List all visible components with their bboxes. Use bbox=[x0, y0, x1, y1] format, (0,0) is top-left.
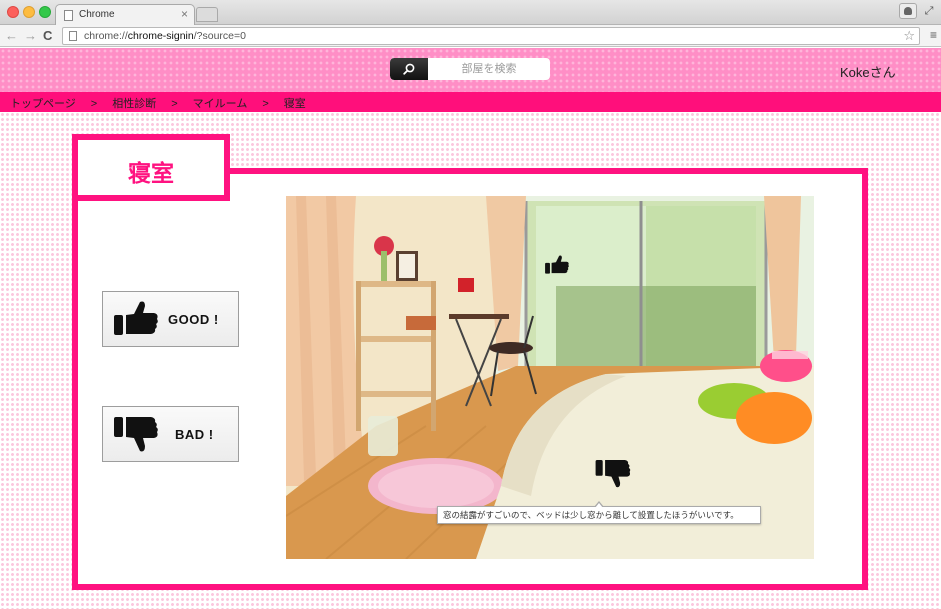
bad-label: BAD ! bbox=[175, 427, 214, 442]
room-search bbox=[390, 58, 550, 80]
room-photo[interactable]: 窓の結露がすごいので、ベッドは少し窓から離して設置したほうがいいです。 bbox=[286, 196, 814, 559]
forward-button[interactable]: → bbox=[24, 27, 37, 45]
page-icon bbox=[69, 31, 77, 41]
back-button[interactable]: ← bbox=[5, 27, 18, 45]
reload-button[interactable]: C bbox=[43, 27, 52, 45]
bookmark-star-icon[interactable]: ☆ bbox=[903, 28, 915, 44]
comment-tooltip: 窓の結露がすごいので、ベッドは少し窓から離して設置したほうがいいです。 bbox=[437, 501, 761, 524]
chrome-menu-icon[interactable]: ≡ bbox=[930, 28, 937, 42]
thumbs-down-icon bbox=[114, 417, 158, 452]
address-bar[interactable]: chrome://chrome-signin/?source=0 ☆ bbox=[62, 27, 920, 45]
breadcrumb-bar: トップページ > 相性診断 > マイルーム > 寝室 bbox=[0, 92, 941, 112]
bad-pin-icon[interactable] bbox=[594, 458, 632, 492]
good-button[interactable]: GOOD ! bbox=[102, 291, 239, 347]
close-window-button[interactable] bbox=[7, 6, 19, 18]
new-tab-button[interactable] bbox=[196, 7, 218, 22]
breadcrumb-link-myroom[interactable]: マイルーム bbox=[193, 95, 248, 111]
breadcrumb-link-top[interactable]: トップページ bbox=[10, 95, 76, 111]
good-pin-icon[interactable] bbox=[544, 254, 570, 276]
person-icon bbox=[904, 7, 912, 15]
bedroom-image bbox=[286, 196, 814, 559]
site-header: Kokeさん bbox=[0, 48, 941, 92]
breadcrumb-separator: > bbox=[262, 98, 269, 110]
breadcrumb-current: 寝室 bbox=[283, 98, 306, 110]
search-button[interactable] bbox=[390, 58, 428, 80]
room-title: 寝室 bbox=[128, 160, 174, 186]
breadcrumb: トップページ > 相性診断 > マイルーム > 寝室 bbox=[10, 95, 306, 111]
browser-tab[interactable]: Chrome × bbox=[55, 4, 195, 26]
tab-close-icon[interactable]: × bbox=[181, 8, 188, 20]
room-title-tab: 寝室 bbox=[72, 134, 230, 201]
browser-tabstrip: Chrome × ⤢ bbox=[0, 0, 941, 26]
zoom-window-button[interactable] bbox=[39, 6, 51, 18]
profile-button[interactable] bbox=[899, 3, 917, 19]
user-name[interactable]: Kokeさん bbox=[840, 62, 896, 81]
breadcrumb-separator: > bbox=[171, 98, 178, 110]
search-input[interactable] bbox=[430, 58, 548, 80]
tab-title: Chrome bbox=[79, 9, 115, 20]
thumbs-up-icon bbox=[114, 301, 158, 335]
breadcrumb-separator: > bbox=[90, 98, 98, 110]
breadcrumb-link-compatibility[interactable]: 相性診断 bbox=[112, 95, 156, 111]
browser-toolbar: ← → C chrome://chrome-signin/?source=0 ☆… bbox=[0, 25, 941, 47]
url-text[interactable]: chrome://chrome-signin/?source=0 bbox=[84, 30, 246, 42]
page-icon bbox=[64, 10, 73, 21]
minimize-window-button[interactable] bbox=[23, 6, 35, 18]
search-icon bbox=[403, 63, 415, 75]
bad-button[interactable]: BAD ! bbox=[102, 406, 239, 462]
fullscreen-icon[interactable]: ⤢ bbox=[920, 3, 938, 19]
good-label: GOOD ! bbox=[168, 312, 219, 327]
